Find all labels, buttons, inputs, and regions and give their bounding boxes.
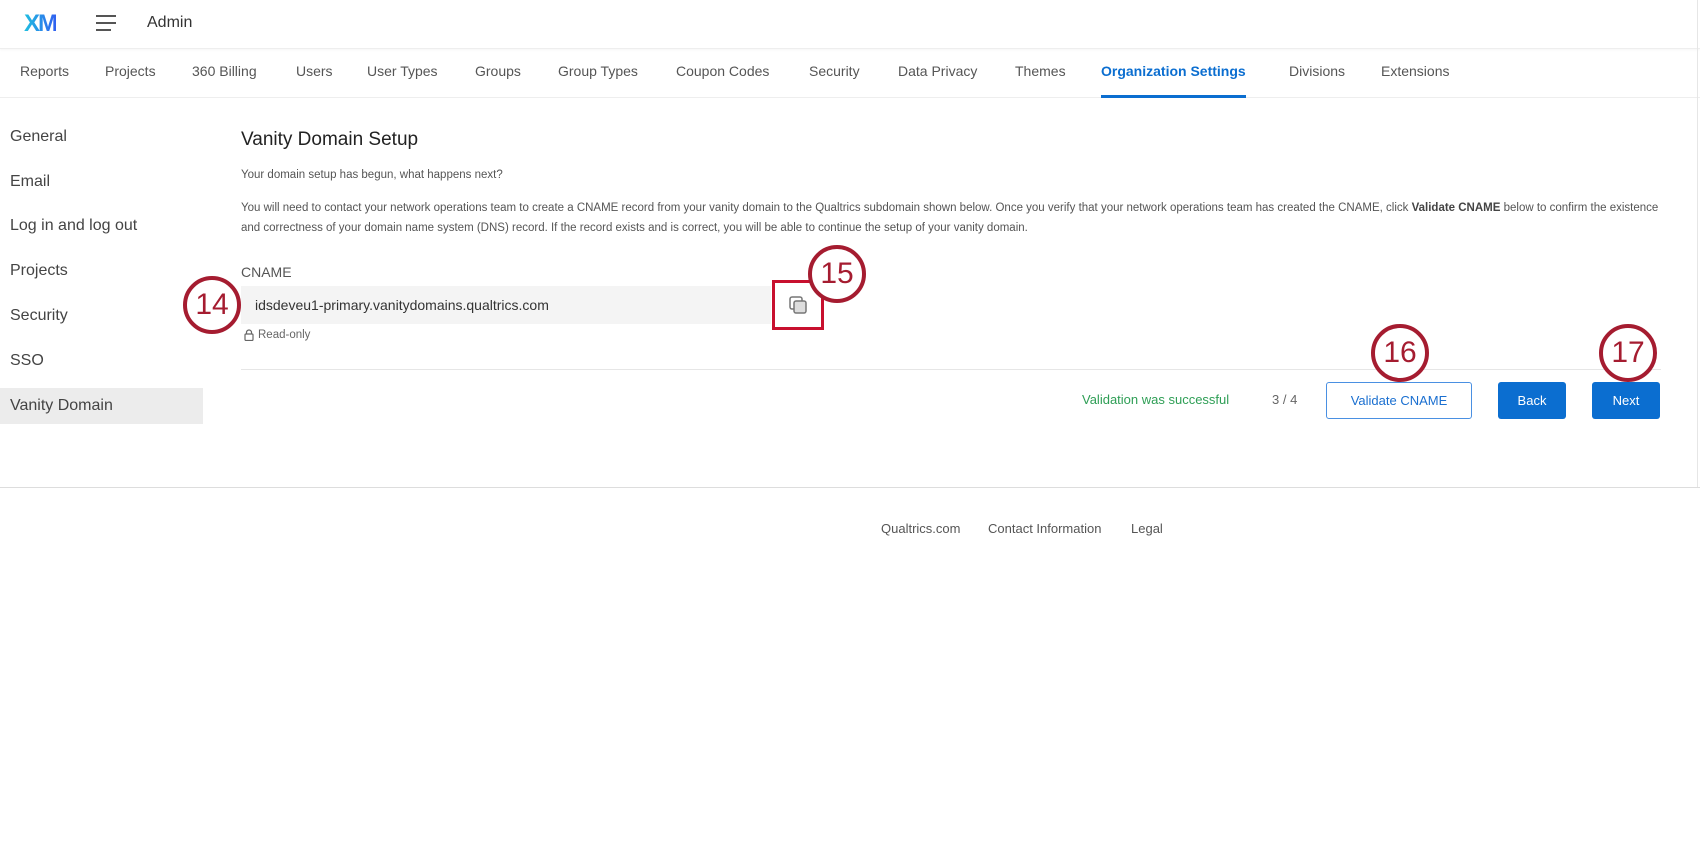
tab-users[interactable]: Users	[296, 63, 333, 98]
sidebar-item-login-logout[interactable]: Log in and log out	[10, 217, 137, 235]
sidebar-item-security[interactable]: Security	[10, 307, 68, 325]
tab-organization-settings[interactable]: Organization Settings	[1101, 63, 1246, 98]
admin-tabs: Reports Projects 360 Billing Users User …	[0, 50, 1700, 98]
menu-icon[interactable]	[96, 15, 116, 31]
read-only-label: Read-only	[258, 329, 311, 341]
page-title: Vanity Domain Setup	[241, 129, 419, 150]
cname-label: CNAME	[241, 264, 292, 280]
copy-icon	[789, 296, 807, 314]
sidebar-item-general[interactable]: General	[10, 128, 67, 146]
tab-divisions[interactable]: Divisions	[1289, 63, 1345, 98]
read-only-note: Read-only	[244, 329, 310, 341]
annotation-marker: 14	[183, 276, 241, 334]
app-title: Admin	[147, 14, 193, 31]
next-button[interactable]: Next	[1592, 382, 1660, 419]
instructions-part-1: You will need to contact your network op…	[241, 202, 1412, 214]
intro-text: Your domain setup has begun, what happen…	[241, 169, 503, 181]
content-border	[1697, 0, 1698, 487]
footer-divider	[0, 487, 1700, 488]
back-button[interactable]: Back	[1498, 382, 1566, 419]
tab-groups[interactable]: Groups	[475, 63, 521, 98]
instructions-bold: Validate CNAME	[1411, 202, 1501, 214]
annotation-marker: 16	[1371, 324, 1429, 382]
lock-icon	[244, 329, 254, 341]
tab-user-types[interactable]: User Types	[367, 63, 438, 98]
tab-coupon-codes[interactable]: Coupon Codes	[676, 63, 769, 98]
instructions-text: You will need to contact your network op…	[241, 198, 1661, 238]
annotation-marker: 15	[808, 245, 866, 303]
validate-cname-button[interactable]: Validate CNAME	[1326, 382, 1472, 419]
footer-link-legal[interactable]: Legal	[1131, 521, 1163, 536]
annotation-marker: 17	[1599, 324, 1657, 382]
footer-link-qualtrics[interactable]: Qualtrics.com	[881, 521, 960, 536]
tab-extensions[interactable]: Extensions	[1381, 63, 1449, 98]
step-counter: 3 / 4	[1272, 392, 1298, 407]
sidebar-item-vanity-domain[interactable]: Vanity Domain	[10, 397, 113, 415]
sidebar-item-email[interactable]: Email	[10, 173, 50, 191]
validation-status: Validation was successful	[1082, 392, 1230, 407]
tab-reports[interactable]: Reports	[20, 63, 69, 98]
tab-group-types[interactable]: Group Types	[558, 63, 638, 98]
sidebar-item-sso[interactable]: SSO	[10, 352, 44, 370]
top-header	[0, 0, 1700, 49]
xm-logo[interactable]: XM	[24, 10, 58, 38]
divider	[241, 369, 1661, 370]
tab-data-privacy[interactable]: Data Privacy	[898, 63, 977, 98]
sidebar-item-projects[interactable]: Projects	[10, 262, 68, 280]
tab-360-billing[interactable]: 360 Billing	[192, 63, 257, 98]
tab-projects[interactable]: Projects	[105, 63, 156, 98]
footer-link-contact[interactable]: Contact Information	[988, 521, 1101, 536]
tab-security[interactable]: Security	[809, 63, 860, 98]
tab-themes[interactable]: Themes	[1015, 63, 1066, 98]
cname-field[interactable]: idsdeveu1-primary.vanitydomains.qualtric…	[241, 286, 771, 324]
